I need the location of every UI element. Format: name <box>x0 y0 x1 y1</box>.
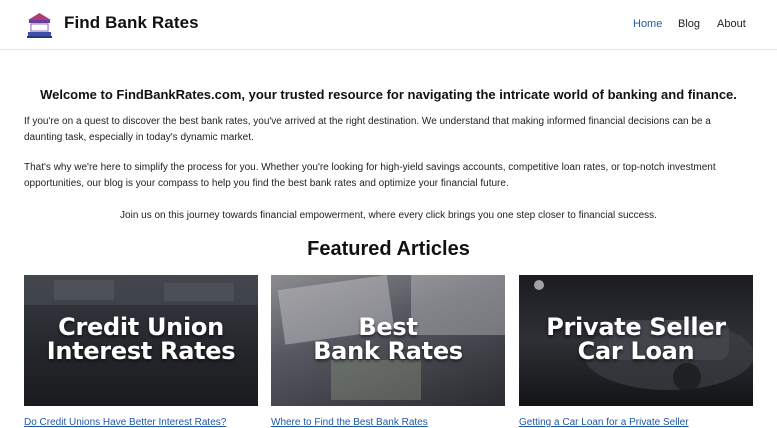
card-image-title: Credit Union Interest Rates <box>24 315 258 363</box>
intro-paragraph-1: If you're on a quest to discover the bes… <box>24 116 711 143</box>
site-title[interactable]: Find Bank Rates <box>64 13 199 33</box>
nav-item-about[interactable]: About <box>717 18 746 30</box>
card-title-line-2: Car Loan <box>577 337 695 365</box>
bank-logo-icon[interactable] <box>24 10 55 41</box>
article-card-private-seller[interactable]: Private Seller Car Loan <box>519 275 753 406</box>
nav-item-blog[interactable]: Blog <box>678 18 700 30</box>
article-card-best-bank-rates[interactable]: Best Bank Rates <box>271 275 505 406</box>
card-image-title: Private Seller Car Loan <box>519 315 753 363</box>
site-header: Find Bank Rates Home Blog About <box>0 0 777 50</box>
article-card-credit-union[interactable]: Credit Union Interest Rates <box>24 275 258 406</box>
featured-articles-heading: Featured Articles <box>307 238 470 260</box>
card-title-line-1: Best <box>358 313 418 341</box>
intro-paragraph-2: That's why we're here to simplify the pr… <box>24 162 716 189</box>
card-title-line-2: Bank Rates <box>313 337 463 365</box>
nav-item-home[interactable]: Home <box>633 18 662 30</box>
card-title-line-1: Credit Union <box>58 313 224 341</box>
welcome-heading: Welcome to FindBankRates.com, your trust… <box>40 87 737 102</box>
card-image-title: Best Bank Rates <box>271 315 505 363</box>
intro-paragraph-3: Join us on this journey towards financia… <box>120 210 657 221</box>
card-title-line-1: Private Seller <box>546 313 726 341</box>
card-title-line-2: Interest Rates <box>46 337 236 365</box>
